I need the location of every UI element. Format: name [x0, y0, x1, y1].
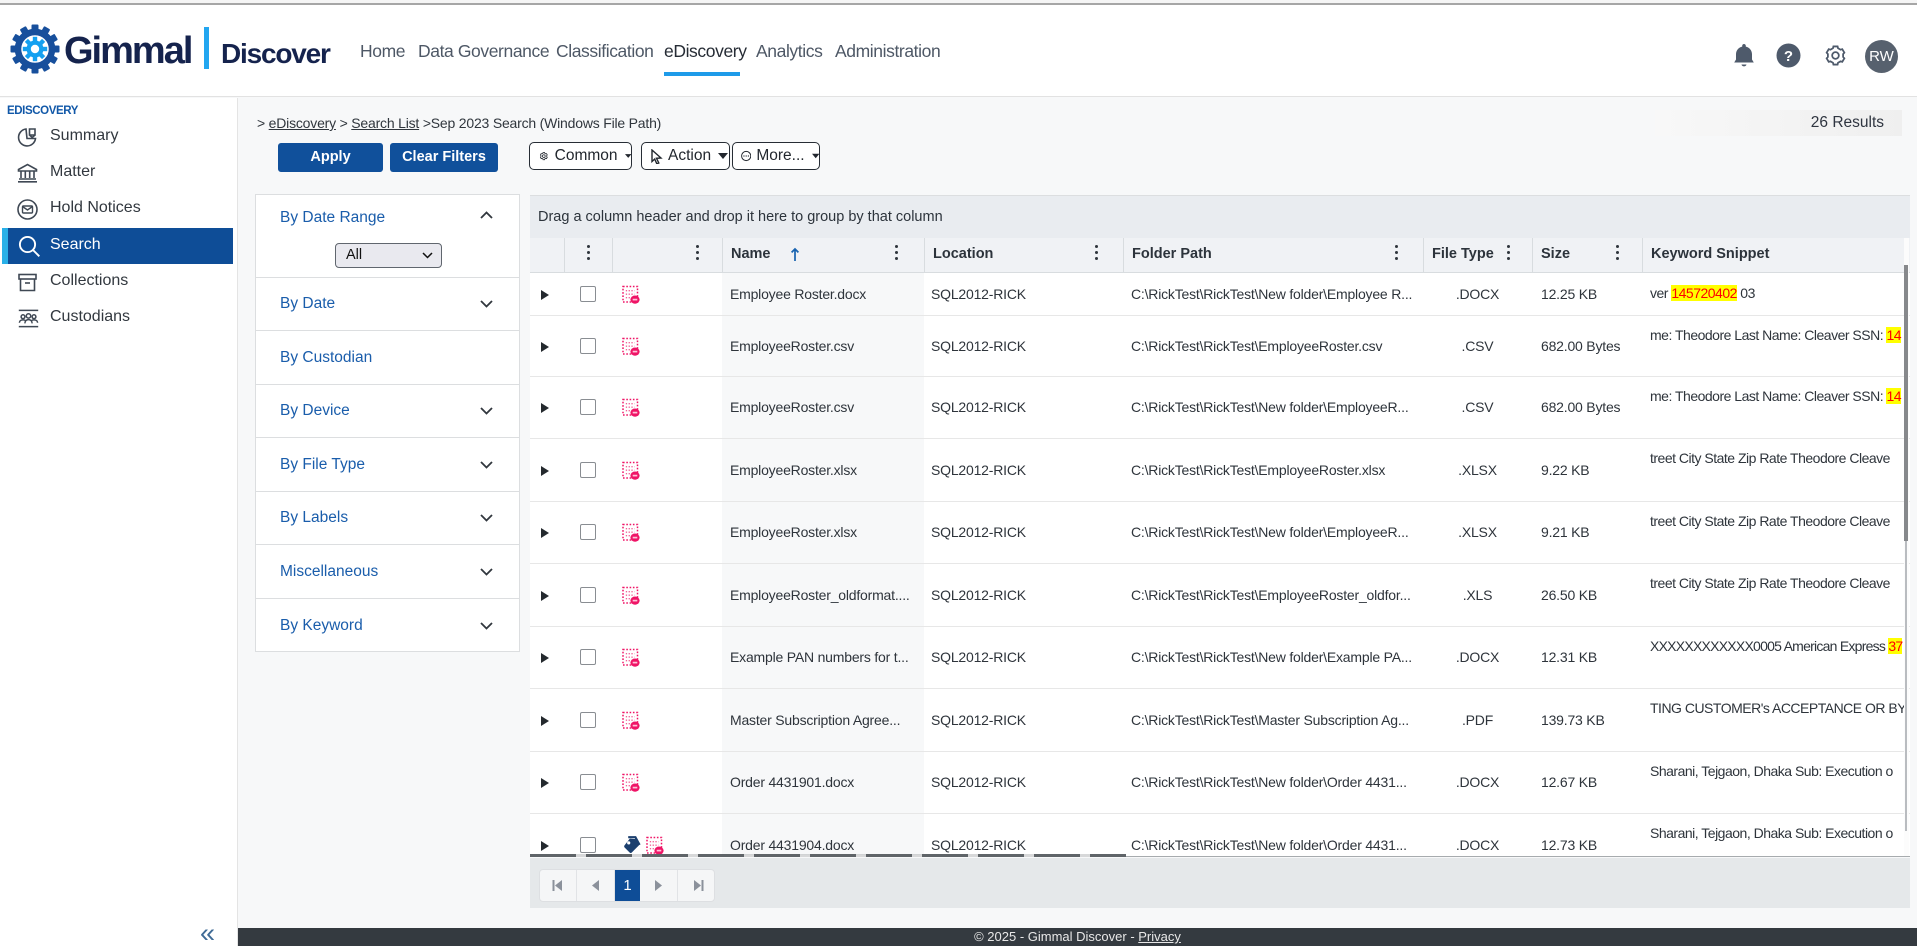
svg-text:?: ? [1784, 48, 1793, 65]
